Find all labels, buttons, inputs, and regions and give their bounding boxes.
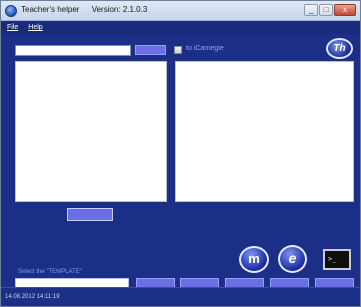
window-controls: _ □ x xyxy=(304,4,356,16)
menu-bar: File Help xyxy=(1,21,360,34)
e-logo-icon[interactable]: e xyxy=(278,245,307,273)
template-label: Select the "TEMPLATE" xyxy=(18,269,82,275)
status-bar: 14.08.2012 14:11:19 xyxy=(1,287,360,306)
menu-file[interactable]: File xyxy=(7,21,18,34)
right-content-panel[interactable] xyxy=(175,61,354,202)
e-logo-text: e xyxy=(288,250,297,266)
app-window: Teacher's helper Version: 2.1.0.3 _ □ x … xyxy=(0,0,361,307)
menu-help[interactable]: Help xyxy=(28,21,42,34)
left-list-panel[interactable] xyxy=(15,61,167,202)
title-bar: Teacher's helper Version: 2.1.0.3 _ □ x xyxy=(1,1,360,21)
th-logo-icon: Th xyxy=(326,38,353,59)
search-button[interactable] xyxy=(135,45,166,55)
main-area: to iCarnegie Th m e >_ Select the "TEMPL… xyxy=(1,34,360,290)
status-datetime: 14.08.2012 14:11:19 xyxy=(5,294,60,300)
m-logo-text: m xyxy=(248,251,260,266)
minimize-button[interactable]: _ xyxy=(304,4,318,16)
version-text: Version: 2.1.0.3 xyxy=(91,5,148,14)
m-logo-icon[interactable]: m xyxy=(239,246,269,273)
search-input[interactable] xyxy=(15,45,131,56)
icarnegie-checkbox[interactable] xyxy=(174,46,182,54)
window-title-text: Teacher's helper xyxy=(21,5,80,14)
icarnegie-checkbox-label[interactable]: to iCarnegie xyxy=(186,45,224,52)
window-title: Teacher's helper Version: 2.1.0.3 xyxy=(21,5,147,14)
terminal-icon[interactable]: >_ xyxy=(323,249,351,270)
left-panel-action-button[interactable] xyxy=(67,208,113,221)
app-icon xyxy=(5,5,17,17)
terminal-icon-text: >_ xyxy=(328,255,337,263)
close-button[interactable]: x xyxy=(334,4,356,16)
maximize-button[interactable]: □ xyxy=(319,4,333,16)
